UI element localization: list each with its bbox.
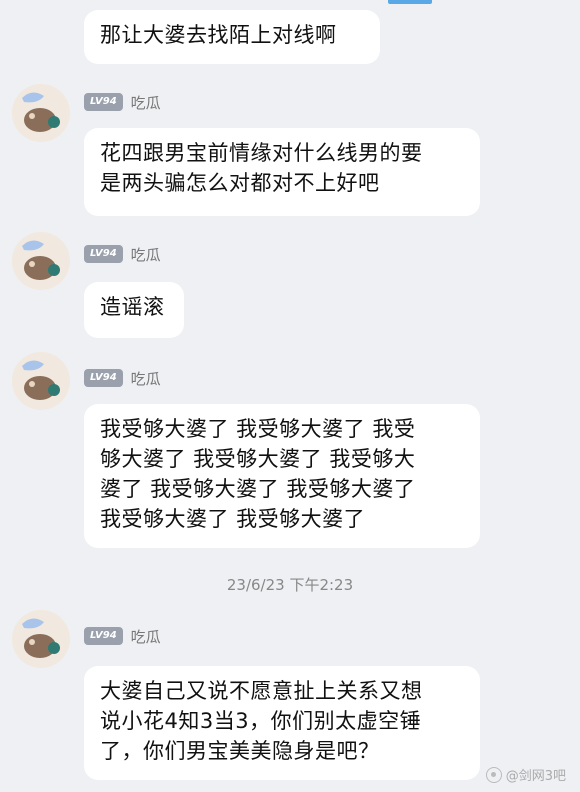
message-header: LV94 吃瓜 bbox=[84, 626, 161, 646]
sender-name[interactable]: 吃瓜 bbox=[131, 244, 161, 265]
avatar[interactable] bbox=[12, 232, 70, 290]
message-text: 那让大婆去找陌上对线啊 bbox=[100, 23, 337, 47]
message-text: 造谣滚 bbox=[100, 295, 165, 319]
watermark: @剑网3吧 bbox=[485, 765, 566, 784]
weibo-icon bbox=[485, 766, 502, 783]
level-badge: LV94 bbox=[84, 369, 123, 387]
message-header: LV94 吃瓜 bbox=[84, 244, 161, 264]
message-bubble[interactable]: 那让大婆去找陌上对线啊 bbox=[84, 10, 380, 64]
message-bubble[interactable]: 我受够大婆了 我受够大婆了 我受 够大婆了 我受够大婆了 我受够大 婆了 我受够… bbox=[84, 404, 480, 548]
scroll-indicator bbox=[388, 0, 432, 4]
timestamp: 23/6/23 下午2:23 bbox=[226, 576, 354, 594]
message-header: LV94 吃瓜 bbox=[84, 92, 161, 112]
message-bubble[interactable]: 花四跟男宝前情缘对什么线男的要 是两头骗怎么对都对不上好吧 bbox=[84, 128, 480, 216]
level-badge: LV94 bbox=[84, 627, 123, 645]
sender-name[interactable]: 吃瓜 bbox=[131, 626, 161, 647]
level-badge: LV94 bbox=[84, 93, 123, 111]
message-bubble[interactable]: 大婆自己又说不愿意扯上关系又想 说小花4知3当3，你们别太虚空锤 了，你们男宝美… bbox=[84, 666, 480, 780]
message-text: 我受够大婆了 我受够大婆了 我受 够大婆了 我受够大婆了 我受够大 婆了 我受够… bbox=[100, 417, 416, 531]
sender-name[interactable]: 吃瓜 bbox=[131, 368, 161, 389]
level-badge: LV94 bbox=[84, 245, 123, 263]
sender-name[interactable]: 吃瓜 bbox=[131, 92, 161, 113]
message-header: LV94 吃瓜 bbox=[84, 368, 161, 388]
message-bubble[interactable]: 造谣滚 bbox=[84, 282, 184, 338]
message-text: 花四跟男宝前情缘对什么线男的要 是两头骗怎么对都对不上好吧 bbox=[100, 141, 423, 195]
watermark-text: @剑网3吧 bbox=[505, 769, 566, 784]
avatar[interactable] bbox=[12, 352, 70, 410]
avatar[interactable] bbox=[12, 610, 70, 668]
message-text: 大婆自己又说不愿意扯上关系又想 说小花4知3当3，你们别太虚空锤 了，你们男宝美… bbox=[100, 679, 423, 763]
avatar[interactable] bbox=[12, 84, 70, 142]
